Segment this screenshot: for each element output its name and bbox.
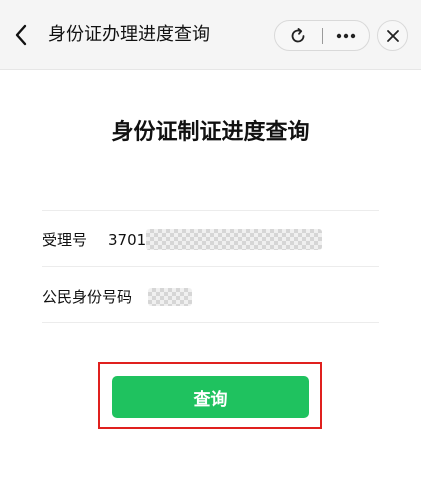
id-number-label: 公民身份号码 — [42, 288, 133, 306]
acceptance-no-field[interactable]: 3701 — [108, 229, 146, 251]
divider-bottom — [42, 322, 379, 323]
mini-program-capsule — [274, 20, 370, 51]
refresh-button[interactable] — [275, 21, 322, 50]
close-icon — [386, 29, 399, 42]
refresh-icon — [291, 27, 305, 42]
acceptance-no-redacted — [146, 229, 322, 250]
page-title: 身份证制证进度查询 — [111, 120, 310, 145]
chevron-left-icon — [15, 24, 27, 46]
id-number-redacted — [148, 288, 192, 306]
nav-title: 身份证办理进度查询 — [48, 24, 210, 45]
navigation-bar: 身份证办理进度查询 — [0, 0, 421, 70]
back-button[interactable] — [8, 20, 34, 50]
more-button[interactable] — [322, 21, 369, 50]
more-dots-icon — [336, 33, 355, 38]
close-button[interactable] — [377, 20, 408, 51]
divider-middle — [42, 266, 379, 267]
divider-top — [42, 210, 379, 211]
query-button[interactable]: 查询 — [112, 376, 309, 418]
acceptance-no-label: 受理号 — [42, 231, 88, 249]
